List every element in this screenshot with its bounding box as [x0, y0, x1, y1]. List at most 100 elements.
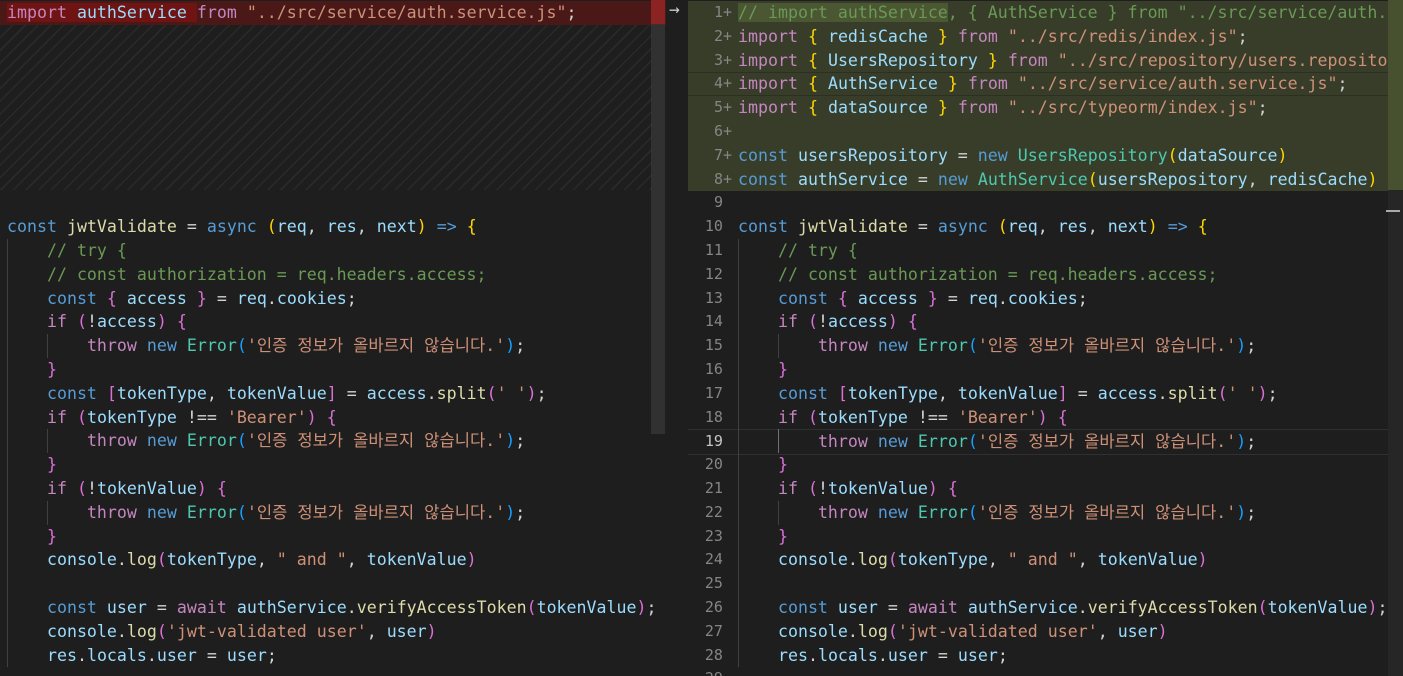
- code-token: .: [807, 645, 818, 665]
- code-line[interactable]: throw new Error('인증 정보가 올바르지 않습니다.');: [0, 429, 666, 453]
- code-line[interactable]: if (!tokenValue) {: [0, 477, 666, 501]
- code-line[interactable]: 15 throw new Error('인증 정보가 올바르지 않습니다.');: [688, 334, 1403, 358]
- code-token: const: [738, 145, 788, 165]
- code-line[interactable]: throw new Error('인증 정보가 올바르지 않습니다.');: [0, 501, 666, 525]
- code-token: const: [46, 288, 97, 308]
- code-line[interactable]: 6+: [688, 120, 1403, 144]
- code-token: (: [1217, 383, 1228, 403]
- added-line-marker: [723, 217, 732, 235]
- code-line[interactable]: 20 }: [688, 453, 1403, 477]
- code-line[interactable]: }: [0, 453, 666, 477]
- code-line[interactable]: console.log('jwt-validated user', user): [0, 620, 666, 644]
- code-token: // const authorization = req.headers.acc…: [777, 264, 1218, 284]
- code-token: }: [987, 50, 998, 70]
- code-line[interactable]: 23 }: [688, 525, 1403, 549]
- code-line[interactable]: import authService from "../src/service/…: [0, 1, 666, 25]
- code-text: console.log(tokenType, " and ", tokenVal…: [738, 548, 1208, 572]
- code-line[interactable]: 12 // const authorization = req.headers.…: [688, 263, 1403, 287]
- code-line[interactable]: 29: [688, 667, 1403, 676]
- code-token: const: [777, 288, 828, 308]
- code-text: }: [738, 525, 788, 549]
- line-number: 14: [688, 310, 732, 334]
- code-token: ,: [1097, 621, 1118, 641]
- code-line[interactable]: 21 if (!tokenValue) {: [688, 477, 1403, 501]
- code-line[interactable]: 17 const [tokenType, tokenValue] = acces…: [688, 382, 1403, 406]
- code-line[interactable]: 26 const user = await authService.verify…: [688, 596, 1403, 620]
- code-line[interactable]: const user = await authService.verifyAcc…: [0, 596, 666, 620]
- code-line[interactable]: 2+ import { redisCache } from "../src/red…: [688, 24, 1403, 49]
- code-line[interactable]: // const authorization = req.headers.acc…: [0, 263, 666, 287]
- code-line[interactable]: const jwtValidate = async (req, res, nex…: [0, 215, 666, 239]
- code-line[interactable]: 16 }: [688, 358, 1403, 382]
- code-token: ,: [937, 383, 958, 403]
- code-line[interactable]: 11 // try {: [688, 239, 1403, 263]
- code-line[interactable]: 5+ import { dataSource } from "../src/typ…: [688, 96, 1403, 120]
- code-line[interactable]: 18 if (tokenType !== 'Bearer') {: [688, 406, 1403, 430]
- code-line[interactable]: if (!access) {: [0, 310, 666, 334]
- code-line[interactable]: if (tokenType !== 'Bearer') {: [0, 406, 666, 430]
- code-text: const { access } = req.cookies;: [7, 287, 357, 311]
- code-token: await: [176, 598, 227, 617]
- diff-divider[interactable]: [666, 0, 688, 676]
- code-line[interactable]: 3+ import { UsersRepository } from "../sr…: [688, 48, 1403, 73]
- code-token: (: [1087, 169, 1098, 189]
- code-token: const: [738, 217, 788, 237]
- code-token: throw: [817, 502, 868, 522]
- code-line[interactable]: 28 res.locals.user = user;: [688, 644, 1403, 668]
- code-token: "../src/redis/index.js": [1007, 26, 1238, 46]
- code-line[interactable]: // try {: [0, 239, 666, 263]
- original-scrollbar[interactable]: [651, 0, 665, 434]
- code-text: const user = await authService.verifyAcc…: [738, 596, 1403, 620]
- code-token: ): [526, 383, 537, 403]
- code-line[interactable]: 8+ const authService = new AuthService(us…: [688, 167, 1403, 192]
- code-line[interactable]: const { access } = req.cookies;: [0, 287, 666, 311]
- code-line[interactable]: 27 console.log('jwt-validated user', use…: [688, 620, 1403, 644]
- code-text: // import authService, { AuthService } f…: [738, 1, 1403, 25]
- code-line[interactable]: 9: [688, 191, 1403, 215]
- added-line-marker: [723, 312, 732, 330]
- code-line[interactable]: 10 const jwtValidate = async (req, res, …: [688, 215, 1403, 239]
- code-token: ,: [987, 550, 1008, 570]
- revert-arrow-icon[interactable]: →: [669, 0, 680, 20]
- code-line[interactable]: 22 throw new Error('인증 정보가 올바르지 않습니다.');: [688, 501, 1403, 525]
- code-token: cookies: [276, 288, 347, 308]
- code-line[interactable]: 25: [688, 572, 1403, 596]
- code-text: throw new Error('인증 정보가 올바르지 않습니다.');: [738, 430, 1256, 454]
- code-line[interactable]: }: [0, 358, 666, 382]
- code-line[interactable]: 14 if (!access) {: [688, 310, 1403, 334]
- line-number-text: 2: [713, 26, 723, 45]
- code-line[interactable]: res.locals.user = user;: [0, 644, 666, 668]
- code-token: ;: [515, 431, 526, 451]
- code-line[interactable]: const [tokenType, tokenValue] = access.s…: [0, 382, 666, 406]
- code-token: log: [857, 550, 888, 570]
- code-token: usersRepository: [797, 145, 948, 165]
- code-text: }: [7, 525, 57, 549]
- modified-editor-pane[interactable]: 1+// import authService, { AuthService }…: [688, 0, 1403, 676]
- line-number: 6+: [688, 120, 732, 144]
- line-number-text: 23: [704, 526, 723, 545]
- code-line[interactable]: 19 throw new Error('인증 정보가 올바르지 않습니다.');: [688, 429, 1403, 456]
- code-token: .: [76, 645, 87, 665]
- code-line[interactable]: 1+// import authService, { AuthService }…: [688, 1, 1403, 25]
- original-editor-pane[interactable]: import authService from "../src/service/…: [0, 0, 666, 676]
- code-line[interactable]: }: [0, 525, 666, 549]
- code-line[interactable]: 13 const { access } = req.cookies;: [688, 287, 1403, 311]
- code-line[interactable]: 7+ const usersRepository = new UsersRepos…: [688, 143, 1403, 168]
- line-number: 9: [688, 191, 732, 215]
- code-token: =: [206, 288, 237, 308]
- code-line[interactable]: console.log(tokenType, " and ", tokenVal…: [0, 548, 666, 572]
- code-line[interactable]: 24 console.log(tokenType, " and ", token…: [688, 548, 1403, 572]
- code-line[interactable]: throw new Error('인증 정보가 올바르지 않습니다.');: [0, 334, 666, 358]
- code-line[interactable]: 4+ import { AuthService } from "../src/se…: [688, 72, 1403, 97]
- line-number: 11: [688, 239, 732, 263]
